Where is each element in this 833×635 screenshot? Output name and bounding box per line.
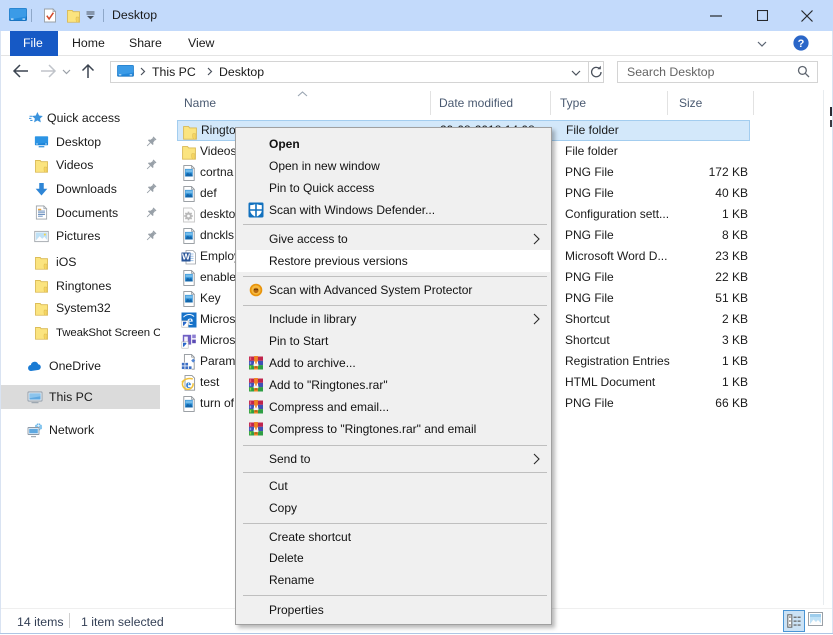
svg-text:?: ? xyxy=(798,38,805,50)
